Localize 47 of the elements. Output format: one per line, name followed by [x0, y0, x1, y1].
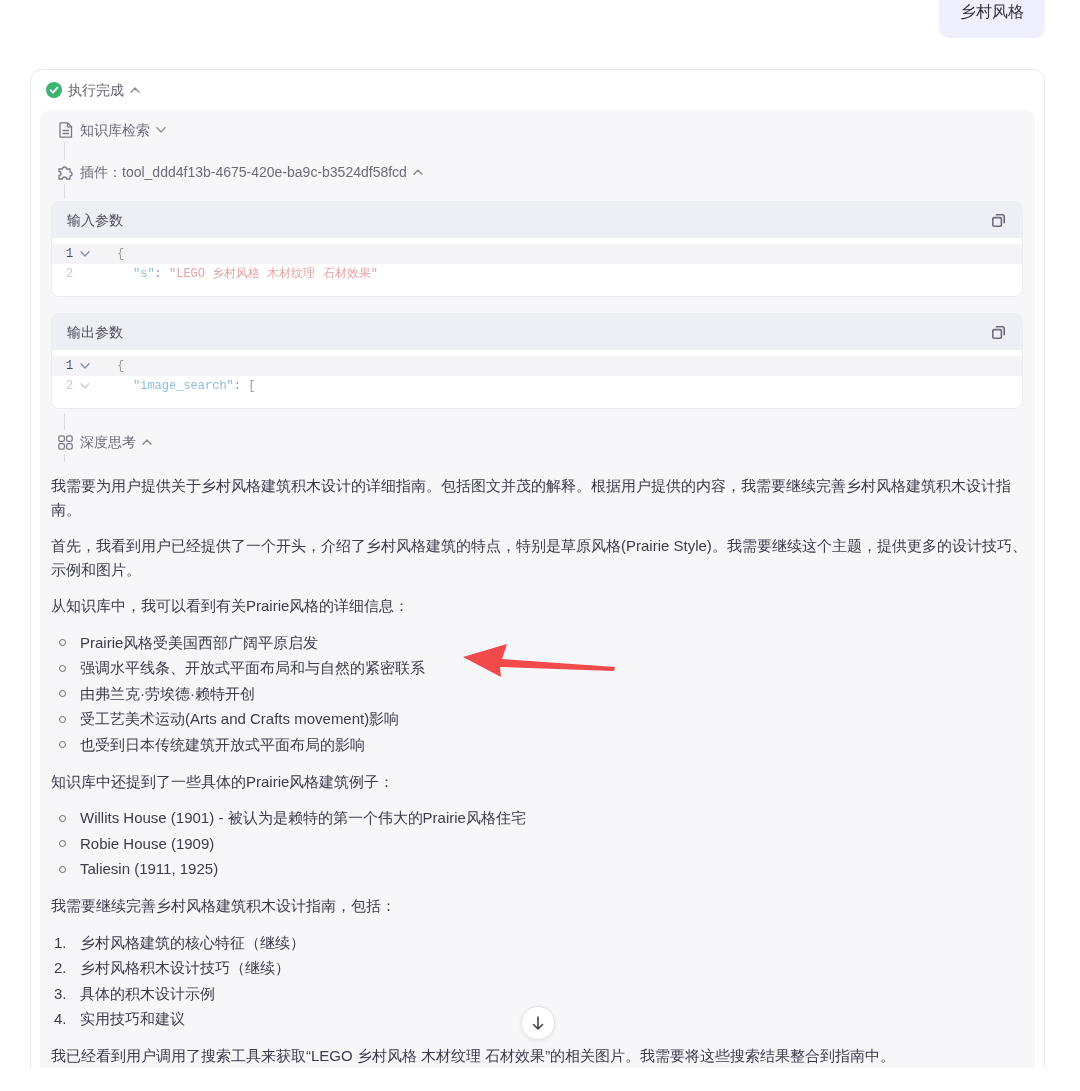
list-item: 强调水平线条、开放式平面布局和与自然的紧密联系	[80, 658, 425, 679]
copy-icon	[992, 325, 1005, 339]
arrow-down-icon	[532, 1016, 544, 1030]
list-number: 2.	[53, 958, 68, 979]
paragraph: 知识库中还提到了一些具体的Prairie风格建筑例子：	[51, 771, 396, 792]
list-number: 3.	[53, 983, 68, 1004]
list-item: Robie House (1909)	[80, 833, 215, 854]
code-line: {	[116, 358, 125, 375]
list-item: 实用技巧和建议	[80, 1009, 185, 1030]
panel-title: 输出参数	[67, 323, 123, 342]
panel-title: 输入参数	[67, 211, 123, 230]
list-item: 由弗兰克·劳埃德·赖特开创	[80, 683, 255, 704]
step-toggle-button[interactable]: 插件：tool_ddd4f13b-4675-420e-ba9c-b3524df58fcd	[80, 162, 423, 182]
code-line: {	[116, 246, 125, 263]
chevron-up-icon	[130, 87, 140, 93]
step-toggle-button[interactable]: 知识库检索	[80, 120, 166, 140]
copy-button[interactable]	[992, 213, 1005, 227]
code-line: "image_search": [	[132, 378, 256, 395]
list-item: 受工艺美术运动(Arts and Crafts movement)影响	[80, 709, 400, 730]
line-number: 1	[66, 246, 74, 263]
chevron-up-icon	[142, 439, 152, 445]
list-item: Willits House (1901) - 被认为是赖特的第一个伟大的Prairie风格住宅	[80, 808, 526, 829]
document-icon	[58, 122, 73, 138]
chevron-up-icon	[412, 169, 423, 175]
list-item: Taliesin (1911, 1925)	[80, 859, 219, 880]
list-number: 4.	[53, 1009, 68, 1030]
step-toggle-button[interactable]: 深度思考	[80, 432, 152, 452]
list-item: Prairie风格受美国西部广阔平原启发	[80, 632, 319, 653]
paragraph: 首先，我看到用户已经提供了一个开头，介绍了乡村风格建筑的特点，特别是草原风格(Prairie Style)。我需要继续这个主题，提供更多的设计技巧、示例和图片。	[51, 536, 1028, 580]
list-number: 1.	[53, 932, 68, 953]
code-line: "s": "LEGO 乡村风格 木材纹理 石材效果"	[132, 266, 378, 283]
line-number: 1	[66, 358, 74, 375]
copy-button[interactable]	[992, 325, 1005, 339]
list-item: 乡村风格建筑的核心特征（继续）	[80, 932, 305, 953]
list-item: 也受到日本传统建筑开放式平面布局的影响	[80, 734, 365, 755]
paragraph: 我需要继续完善乡村风格建筑积木设计指南，包括：	[51, 896, 397, 916]
chevron-down-icon	[156, 127, 166, 133]
paragraph: 我已经看到用户调用了搜索工具来获取“LEGO 乡村风格 木材纹理 石材效果”的相关图片。我需要将这些搜索结果整合到指南中。	[51, 1046, 897, 1066]
paragraph: 从知识库中，我可以看到有关Prairie风格的详细信息：	[51, 596, 411, 616]
paragraph: 我需要为用户提供关于乡村风格建筑积木设计的详细指南。包括图文并茂的解释。根据用户提供的内容，我需要继续完善乡村风格建筑积木设计指南。	[51, 476, 1012, 520]
grid-icon	[58, 434, 73, 450]
status-toggle-button[interactable]: 执行完成	[68, 80, 140, 100]
puzzle-icon	[58, 164, 73, 180]
copy-icon	[992, 213, 1005, 227]
list-item: 乡村风格积木设计技巧（继续）	[80, 958, 290, 979]
list-item: 具体的积木设计示例	[80, 983, 215, 1004]
message-bubble: 乡村风格	[939, 0, 1045, 38]
